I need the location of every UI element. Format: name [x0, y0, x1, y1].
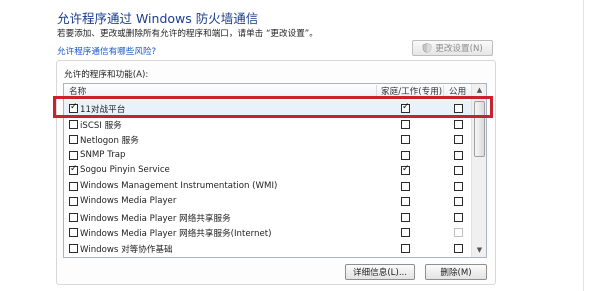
program-name: iSCSI 服务 [80, 120, 122, 131]
program-name: Windows Media Player 网络共享服务 [80, 213, 231, 224]
public-checkbox[interactable] [454, 150, 463, 160]
program-enabled-checkbox[interactable] [69, 243, 78, 253]
program-enabled-checkbox[interactable] [69, 228, 78, 237]
home-work-checkbox[interactable] [401, 150, 410, 160]
public-checkbox[interactable] [454, 181, 463, 191]
public-checkbox[interactable] [454, 135, 463, 144]
home-work-checkbox[interactable] [401, 243, 410, 253]
home-work-checkbox[interactable] [401, 197, 410, 206]
program-enabled-checkbox[interactable] [69, 212, 78, 222]
program-enabled-checkbox[interactable] [69, 197, 78, 206]
public-checkbox[interactable] [454, 212, 463, 222]
table-row[interactable]: Sogou Pinyin Service [64, 163, 472, 178]
table-row[interactable]: SNMP Trap [64, 148, 472, 163]
program-name: Windows 对等协作基础 [80, 244, 173, 255]
window-edge [583, 0, 584, 291]
table-row[interactable]: Windows Media Player 网络共享服务(Internet) [64, 225, 472, 240]
program-name: Windows Media Player [80, 196, 177, 206]
column-separator [443, 85, 444, 96]
selection-highlight [53, 96, 493, 118]
public-checkbox[interactable] [454, 228, 463, 237]
table-row[interactable]: Netlogon 服务 [64, 132, 472, 147]
column-separator [376, 85, 377, 96]
subtitle: 若要添加、更改或删除所有允许的程序和端口，请单击 “更改设置”。 [57, 29, 318, 39]
program-name: Windows Management Instrumentation (WMI) [80, 180, 278, 191]
risk-link[interactable]: 允许程序通信有哪些风险? [57, 45, 156, 57]
home-work-checkbox[interactable] [401, 164, 410, 175]
program-enabled-checkbox[interactable] [69, 135, 78, 144]
public-checkbox[interactable] [454, 243, 463, 253]
home-work-checkbox[interactable] [401, 181, 410, 191]
change-settings-button[interactable]: 更改设置(N) [412, 40, 493, 56]
group-label: 允许的程序和功能(A): [64, 70, 149, 80]
shield-icon [422, 43, 432, 53]
public-checkbox[interactable] [454, 197, 463, 206]
public-checkbox[interactable] [454, 166, 463, 175]
table-row[interactable]: Windows 对等协作基础 [64, 241, 472, 256]
program-enabled-checkbox[interactable] [69, 150, 78, 160]
delete-button[interactable]: 删除(M) [425, 264, 487, 280]
change-settings-label: 更改设置(N) [435, 44, 483, 54]
public-checkbox[interactable] [454, 119, 463, 129]
table-row[interactable]: iSCSI 服务 [64, 117, 472, 132]
home-work-checkbox[interactable] [401, 212, 410, 222]
table-row[interactable]: Windows Management Instrumentation (WMI) [64, 179, 472, 194]
home-work-checkbox[interactable] [401, 228, 410, 237]
table-row[interactable]: Windows Media Player 网络共享服务 [64, 210, 472, 225]
scroll-down-icon[interactable]: ▼ [472, 244, 486, 257]
home-work-checkbox[interactable] [401, 119, 410, 129]
program-name: Netlogon 服务 [80, 136, 139, 146]
program-name: SNMP Trap [80, 149, 126, 160]
program-enabled-checkbox[interactable] [69, 119, 78, 129]
program-name: Sogou Pinyin Service [80, 165, 170, 175]
program-enabled-checkbox[interactable] [69, 181, 78, 191]
program-name: Windows Media Player 网络共享服务(Internet) [80, 229, 272, 239]
details-button[interactable]: 详细信息(L)... [345, 264, 415, 280]
program-enabled-checkbox[interactable] [69, 164, 78, 175]
home-work-checkbox[interactable] [401, 135, 410, 144]
title: 允许程序通过 Windows 防火墙通信 [57, 11, 259, 26]
table-row[interactable]: Windows Media Player [64, 194, 472, 209]
table-row[interactable]: Windows 防火墙远程管理 [64, 256, 472, 257]
